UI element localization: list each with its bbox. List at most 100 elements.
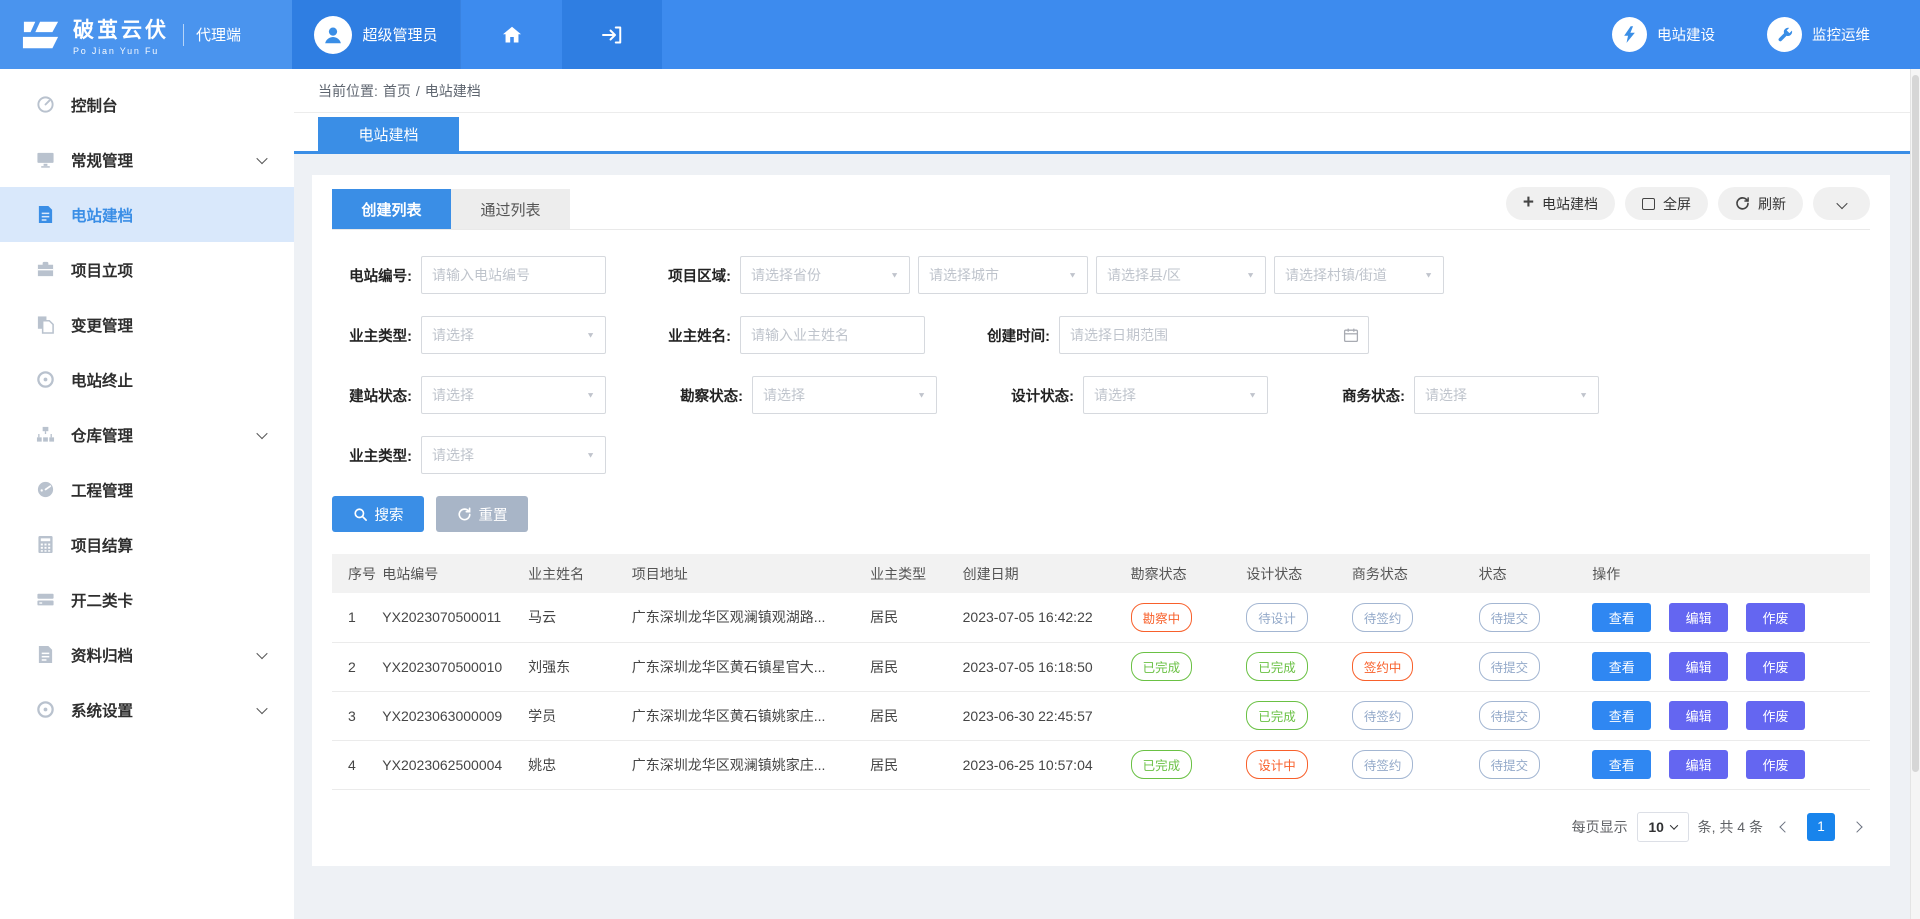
bank-card-icon bbox=[34, 590, 56, 609]
archive-file-icon bbox=[34, 645, 56, 664]
nav-station-construction[interactable]: 电站建设 bbox=[1612, 17, 1715, 52]
build-status-select[interactable]: 请选择▼ bbox=[421, 376, 606, 414]
logout-button[interactable] bbox=[562, 0, 662, 69]
prev-page-button[interactable] bbox=[1772, 813, 1798, 841]
filter-form: 电站编号: 项目区域: 请选择省份▼ 请选择城市▼ 请选择县/区▼ bbox=[332, 230, 1870, 532]
sidebar-item-engineering-mgmt[interactable]: 工程管理 bbox=[0, 462, 294, 517]
wrench-icon bbox=[1767, 17, 1802, 52]
reset-button[interactable]: 重置 bbox=[436, 496, 528, 532]
sidebar-item-archives[interactable]: 资料归档 bbox=[0, 627, 294, 682]
next-page-button[interactable] bbox=[1844, 813, 1870, 841]
calendar-icon bbox=[1343, 327, 1359, 343]
date-range-input[interactable] bbox=[1060, 317, 1368, 353]
void-button[interactable]: 作废 bbox=[1746, 603, 1805, 632]
design-status-badge: 待设计 bbox=[1246, 603, 1308, 632]
per-page-select[interactable]: 10 bbox=[1637, 812, 1689, 842]
status-badge: 待提交 bbox=[1479, 652, 1541, 681]
main-panel: 创建列表 通过列表 + 电站建档 全屏 bbox=[312, 175, 1890, 866]
sidebar-item-console[interactable]: 控制台 bbox=[0, 77, 294, 132]
caret-down-icon: ▼ bbox=[1246, 271, 1255, 280]
caret-down-icon bbox=[1670, 821, 1678, 829]
top-header: 破茧云伏 Po Jian Yun Fu 代理端 超级管理员 bbox=[0, 0, 1920, 69]
page-tab-station-filing[interactable]: 电站建档 bbox=[318, 117, 459, 151]
scrollbar-thumb[interactable] bbox=[1912, 75, 1919, 772]
view-button[interactable]: 查看 bbox=[1592, 701, 1651, 730]
tab-passed-list[interactable]: 通过列表 bbox=[451, 189, 570, 229]
town-select[interactable]: 请选择村镇/街道▼ bbox=[1274, 256, 1444, 294]
void-button[interactable]: 作废 bbox=[1746, 750, 1805, 779]
design-status-badge: 已完成 bbox=[1246, 701, 1308, 730]
void-button[interactable]: 作废 bbox=[1746, 652, 1805, 681]
sidebar-item-project-settlement[interactable]: 项目结算 bbox=[0, 517, 294, 572]
app-logo: 破茧云伏 Po Jian Yun Fu 代理端 bbox=[0, 0, 292, 69]
home-icon bbox=[500, 23, 524, 47]
collapse-toolbar-button[interactable] bbox=[1813, 187, 1870, 220]
business-status-select[interactable]: 请选择▼ bbox=[1414, 376, 1599, 414]
user-menu[interactable]: 超级管理员 bbox=[292, 0, 460, 69]
sitemap-icon bbox=[34, 425, 56, 444]
caret-down-icon: ▼ bbox=[1579, 391, 1588, 400]
province-select[interactable]: 请选择省份▼ bbox=[740, 256, 910, 294]
refresh-button[interactable]: 刷新 bbox=[1718, 187, 1803, 220]
owner-name-input[interactable] bbox=[740, 316, 925, 354]
view-button[interactable]: 查看 bbox=[1592, 652, 1651, 681]
survey-status-badge: 已完成 bbox=[1131, 652, 1193, 681]
nav-monitoring-ops[interactable]: 监控运维 bbox=[1767, 17, 1870, 52]
caret-down-icon: ▼ bbox=[890, 271, 899, 280]
sidebar-item-change-mgmt[interactable]: 变更管理 bbox=[0, 297, 294, 352]
sidebar-item-project-initiation[interactable]: 项目立项 bbox=[0, 242, 294, 297]
county-select[interactable]: 请选择县/区▼ bbox=[1096, 256, 1266, 294]
sidebar-item-general-mgmt[interactable]: 常规管理 bbox=[0, 132, 294, 187]
edit-button[interactable]: 编辑 bbox=[1669, 701, 1728, 730]
void-button[interactable]: 作废 bbox=[1746, 701, 1805, 730]
tab-create-list[interactable]: 创建列表 bbox=[332, 189, 451, 229]
caret-down-icon: ▼ bbox=[586, 391, 595, 400]
survey-status-select[interactable]: 请选择▼ bbox=[752, 376, 937, 414]
settings-icon bbox=[34, 700, 56, 719]
survey-status-badge: 已完成 bbox=[1131, 750, 1193, 779]
design-status-badge: 设计中 bbox=[1246, 750, 1308, 779]
breadcrumb-home-link[interactable]: 首页 bbox=[383, 81, 411, 101]
logo-subtitle: Po Jian Yun Fu bbox=[73, 46, 169, 56]
fullscreen-button[interactable]: 全屏 bbox=[1625, 187, 1708, 220]
sidebar-item-warehouse-mgmt[interactable]: 仓库管理 bbox=[0, 407, 294, 462]
table-row: 3 YX2023063000009 学员 广东深圳龙华区黄石镇姚家庄... 居民… bbox=[332, 691, 1870, 740]
monitor-icon bbox=[34, 150, 56, 169]
edit-button[interactable]: 编辑 bbox=[1669, 652, 1728, 681]
page-number-1[interactable]: 1 bbox=[1807, 813, 1835, 841]
chevron-down-icon bbox=[258, 701, 266, 719]
owner-type2-select[interactable]: 请选择▼ bbox=[421, 436, 606, 474]
sidebar-item-station-filing[interactable]: 电站建档 bbox=[0, 187, 294, 242]
plus-icon: + bbox=[1523, 193, 1534, 212]
city-select[interactable]: 请选择城市▼ bbox=[918, 256, 1088, 294]
sidebar-item-system-settings[interactable]: 系统设置 bbox=[0, 682, 294, 737]
station-code-input[interactable] bbox=[421, 256, 606, 294]
caret-down-icon: ▼ bbox=[586, 331, 595, 340]
table-row: 4 YX2023062500004 姚忠 广东深圳龙华区观澜镇姚家庄... 居民… bbox=[332, 740, 1870, 789]
calculator-icon bbox=[34, 535, 56, 554]
bolt-icon bbox=[1612, 17, 1647, 52]
portal-label: 代理端 bbox=[183, 24, 241, 46]
view-button[interactable]: 查看 bbox=[1592, 603, 1651, 632]
vertical-scrollbar[interactable] bbox=[1910, 69, 1920, 919]
sidebar-item-type2-card[interactable]: 开二类卡 bbox=[0, 572, 294, 627]
gauge-icon bbox=[34, 95, 56, 114]
caret-down-icon: ▼ bbox=[917, 391, 926, 400]
add-station-button[interactable]: + 电站建档 bbox=[1506, 187, 1615, 220]
search-button[interactable]: 搜索 bbox=[332, 496, 424, 532]
create-time-range-picker[interactable] bbox=[1059, 316, 1369, 354]
breadcrumb: 当前位置: 首页 / 电站建档 bbox=[294, 69, 1920, 113]
chevron-down-icon bbox=[1838, 196, 1846, 212]
view-button[interactable]: 查看 bbox=[1592, 750, 1651, 779]
edit-button[interactable]: 编辑 bbox=[1669, 603, 1728, 632]
document-icon bbox=[34, 205, 56, 224]
status-badge: 待提交 bbox=[1479, 603, 1541, 632]
pagination: 每页显示 10 条, 共 4 条 1 bbox=[332, 812, 1870, 842]
sidebar-item-station-termination[interactable]: 电站终止 bbox=[0, 352, 294, 407]
home-button[interactable] bbox=[460, 0, 562, 69]
logout-icon bbox=[600, 23, 624, 47]
refresh-icon bbox=[1735, 196, 1750, 211]
design-status-select[interactable]: 请选择▼ bbox=[1083, 376, 1268, 414]
edit-button[interactable]: 编辑 bbox=[1669, 750, 1728, 779]
owner-type-select[interactable]: 请选择▼ bbox=[421, 316, 606, 354]
